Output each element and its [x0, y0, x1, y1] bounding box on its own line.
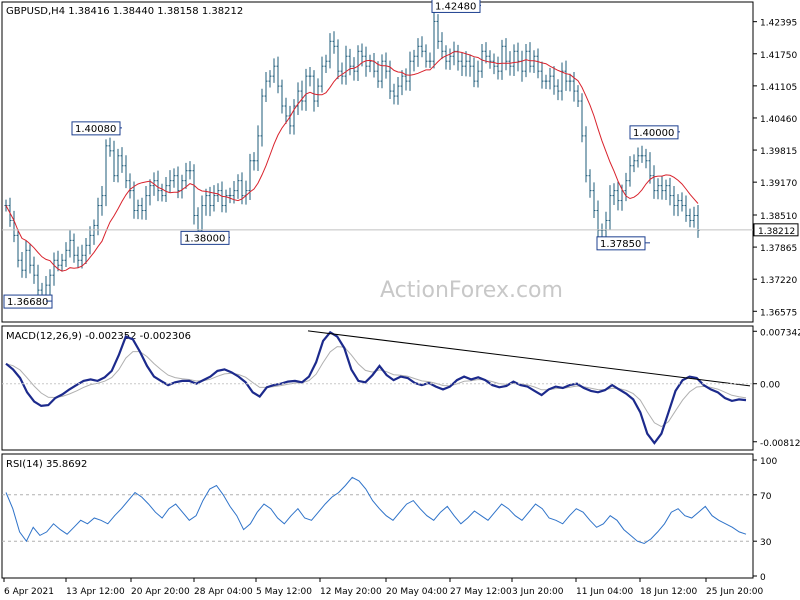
price-tick-label: 1.39815 [760, 147, 797, 157]
price-tick-label: 1.37865 [760, 244, 797, 254]
price-tick-label: 1.42395 [760, 19, 797, 29]
price-tick-label: 1.36575 [760, 308, 797, 318]
price-title: GBPUSD,H4 1.38416 1.38440 1.38158 1.3821… [6, 6, 243, 17]
x-tick-label: 13 Apr 12:00 [66, 587, 125, 597]
price-annotation-label: 1.37850 [600, 239, 641, 250]
macd-tick-label: 0.00 [760, 381, 780, 391]
price-annotation-label: 1.36680 [7, 297, 48, 308]
rsi-tick-label: 100 [760, 457, 777, 467]
rsi-tick-label: 0 [760, 573, 766, 583]
current-price-label: 1.38212 [758, 227, 795, 237]
x-tick-label: 27 May 12:00 [450, 587, 512, 597]
moving-average-line [5, 51, 699, 272]
chart-root: ActionForex.com GBPUSD,H4 1.38416 1.3844… [0, 0, 800, 600]
price-tick-label: 1.41105 [760, 83, 797, 93]
x-tick-label: 20 Apr 20:00 [131, 587, 190, 597]
rsi-axis: 100 70 30 0 [753, 457, 777, 583]
rsi-line [5, 476, 747, 545]
x-tick-label: 18 Jun 12:00 [640, 587, 697, 597]
macd-tick-label: -0.008126 [760, 439, 800, 449]
price-tick-label: 1.37220 [760, 276, 797, 286]
price-annotation-label: 1.38000 [184, 233, 225, 244]
x-tick-label: 11 Jun 04:00 [576, 587, 633, 597]
macd-tick-label: 0.007342 [760, 328, 800, 338]
macd-title: MACD(12,26,9) -0.002352 -0.002306 [6, 331, 191, 342]
price-panel-frame [1, 1, 754, 323]
macd-line [5, 330, 747, 445]
x-tick-label: 6 Apr 2021 [4, 587, 54, 597]
price-layer: 1.42480 1.40080 1.38000 1.36680 1.40000 1.378… [2, 0, 753, 309]
price-tick-label: 1.41750 [760, 51, 797, 61]
price-annotation-label: 1.40000 [633, 128, 674, 139]
x-tick-label: 5 May 12:00 [256, 587, 312, 597]
x-tick-label: 20 May 04:00 [386, 587, 448, 597]
price-axis: 1.42395 1.41750 1.41105 1.40460 1.39815 1.391… [753, 19, 799, 318]
price-tick-label: 1.38510 [760, 212, 797, 222]
x-tick-label: 3 Jun 20:00 [512, 587, 564, 597]
x-tick-label: 28 Apr 04:00 [194, 587, 253, 597]
chart-svg: ActionForex.com GBPUSD,H4 1.38416 1.3844… [1, 0, 800, 597]
price-annotation-label: 1.42480 [435, 1, 476, 12]
macd-layer [2, 330, 753, 445]
watermark: ActionForex.com [380, 278, 563, 303]
macd-axis: 0.007342 0.00 -0.008126 [753, 328, 800, 449]
x-tick-label: 25 Jun 20:00 [706, 587, 763, 597]
rsi-tick-label: 70 [760, 492, 772, 502]
rsi-tick-label: 30 [760, 538, 772, 548]
rsi-layer [2, 476, 753, 545]
macd-trendline [307, 330, 751, 387]
price-tick-label: 1.40460 [760, 115, 797, 125]
rsi-title: RSI(14) 35.8692 [6, 459, 87, 470]
price-annotation-label: 1.40080 [75, 124, 116, 135]
x-tick-label: 12 May 20:00 [320, 587, 382, 597]
x-axis: 6 Apr 2021 13 Apr 12:00 20 Apr 20:00 28 Apr… [3, 578, 763, 597]
macd-panel-frame [1, 325, 754, 451]
price-tick-label: 1.39170 [760, 179, 797, 189]
